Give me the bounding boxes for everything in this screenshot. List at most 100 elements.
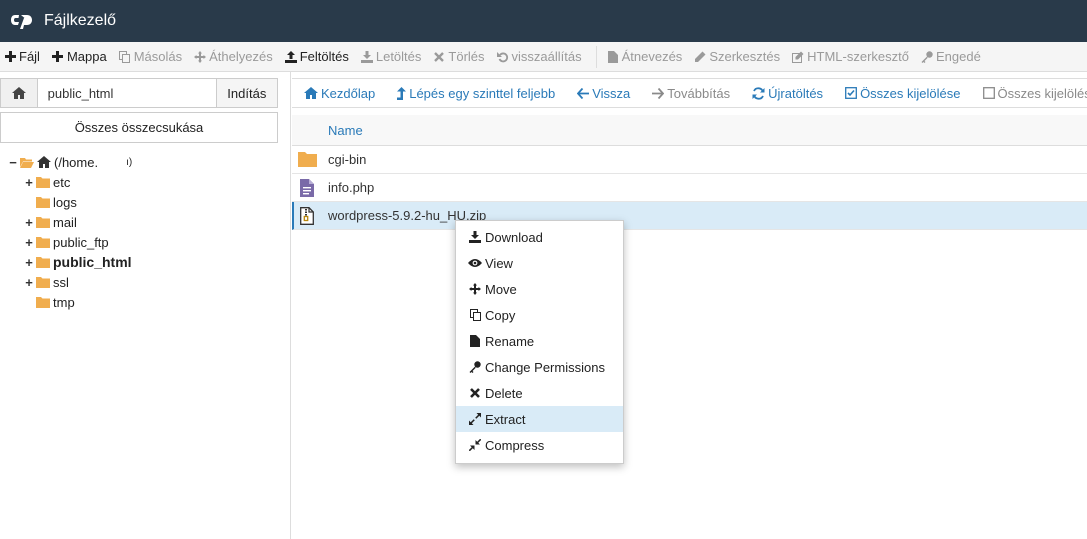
menu-item-change-permissions[interactable]: Change Permissions xyxy=(456,354,623,380)
copy-icon xyxy=(468,309,482,321)
tree-item-label: tmp xyxy=(53,294,75,310)
home-icon xyxy=(37,156,51,168)
move-button[interactable]: Áthelyezés xyxy=(190,42,281,71)
menu-item-label: Rename xyxy=(485,333,535,349)
menu-item-compress[interactable]: Compress xyxy=(456,432,623,458)
table-row[interactable]: info.php xyxy=(292,174,1087,202)
restore-button[interactable]: visszaállítás xyxy=(493,42,590,71)
tree-item-label: public_html xyxy=(53,254,132,270)
menu-item-label: Delete xyxy=(485,385,523,401)
main-toolbar: Fájl Mappa Másolás Áthelyezés Feltöltés … xyxy=(0,42,1087,72)
permissions-button[interactable]: Engedé xyxy=(917,42,989,71)
tree-toggle[interactable]: − xyxy=(8,155,18,170)
tree-item-public-html[interactable]: + public_html xyxy=(24,252,132,272)
tree-toggle[interactable]: + xyxy=(24,275,34,290)
home-nav-label: Kezdőlap xyxy=(321,85,376,101)
edit-button[interactable]: Szerkesztés xyxy=(690,42,788,71)
rename-label: Átnevezés xyxy=(621,49,683,64)
refresh-icon xyxy=(752,86,765,100)
plus-icon xyxy=(4,51,16,63)
table-row[interactable]: wordpress-5.9.2-hu_HU.zip xyxy=(292,202,1087,230)
new-file-button[interactable]: Fájl xyxy=(0,42,48,71)
file-icon xyxy=(468,335,482,347)
new-folder-button[interactable]: Mappa xyxy=(48,42,115,71)
undo-icon xyxy=(496,51,509,63)
menu-item-download[interactable]: Download xyxy=(456,224,623,250)
tree-item-label: etc xyxy=(53,174,71,190)
back-button[interactable]: Vissza xyxy=(565,86,640,101)
tree-item-logs[interactable]: logs xyxy=(24,192,77,212)
unselect-all-label: Összes kijelölés xyxy=(997,85,1087,101)
app-header: Fájlkezelő xyxy=(0,0,1087,42)
pencil-icon xyxy=(694,51,706,63)
select-all-label: Összes kijelölése xyxy=(860,85,961,101)
upload-button[interactable]: Feltöltés xyxy=(281,42,357,71)
folder-icon xyxy=(36,216,50,228)
menu-item-label: Compress xyxy=(485,437,545,453)
menu-item-view[interactable]: View xyxy=(456,250,623,276)
checkbox-empty-icon xyxy=(982,87,995,99)
home-button[interactable] xyxy=(1,79,38,107)
tree-toggle[interactable]: + xyxy=(24,255,34,270)
app-title: Fájlkezelő xyxy=(44,12,117,29)
expand-icon xyxy=(468,413,482,425)
tree-item-home[interactable]: − (/home. ı) xyxy=(8,152,132,172)
navigation-bar: Kezdőlap Lépés egy szinttel feljebb Viss… xyxy=(292,78,1087,108)
folder-icon xyxy=(36,236,50,248)
up-one-level-label: Lépés egy szinttel feljebb xyxy=(409,85,556,101)
file-name: cgi-bin xyxy=(328,152,367,167)
tree-item-ssl[interactable]: + ssl xyxy=(24,272,69,292)
upload-icon xyxy=(284,50,297,63)
file-icon xyxy=(607,50,619,63)
tree-item-public-ftp[interactable]: + public_ftp xyxy=(24,232,109,252)
delete-label: Törlés xyxy=(448,49,485,64)
menu-item-delete[interactable]: Delete xyxy=(456,380,623,406)
php-file-icon xyxy=(297,178,317,197)
unselect-all-button[interactable]: Összes kijelölés xyxy=(971,86,1087,101)
delete-button[interactable]: Törlés xyxy=(429,42,492,71)
forward-label: Továbbítás xyxy=(667,85,731,101)
path-input[interactable] xyxy=(37,79,216,107)
up-one-level-button[interactable]: Lépés egy szinttel feljebb xyxy=(385,86,565,101)
menu-item-extract[interactable]: Extract xyxy=(456,406,623,432)
tree-item-tmp[interactable]: tmp xyxy=(24,292,75,312)
menu-item-label: Copy xyxy=(485,307,516,323)
menu-item-move[interactable]: Move xyxy=(456,276,623,302)
reload-button[interactable]: Újratöltés xyxy=(740,86,833,101)
permissions-label: Engedé xyxy=(935,49,981,64)
download-button[interactable]: Letöltés xyxy=(357,42,430,71)
menu-item-label: Move xyxy=(485,281,517,297)
copy-label: Másolás xyxy=(133,49,183,64)
tree-toggle[interactable]: + xyxy=(24,175,34,190)
tree-item-mail[interactable]: + mail xyxy=(24,212,77,232)
reload-label: Újratöltés xyxy=(768,85,824,101)
go-button[interactable]: Indítás xyxy=(215,79,277,107)
table-row[interactable]: cgi-bin xyxy=(292,146,1087,174)
key-icon xyxy=(468,361,482,373)
name-column-header[interactable]: Name xyxy=(328,123,363,138)
tree-toggle[interactable]: + xyxy=(24,235,34,250)
select-all-button[interactable]: Összes kijelölése xyxy=(833,86,970,101)
tree-item-label: public_ftp xyxy=(53,234,109,250)
copy-button[interactable]: Másolás xyxy=(115,42,190,71)
folder-icon xyxy=(36,296,50,308)
collapse-all-button[interactable]: Összes összecsukása xyxy=(0,112,278,143)
html-editor-button[interactable]: HTML-szerkesztő xyxy=(788,42,917,71)
tree-item-etc[interactable]: + etc xyxy=(24,172,70,192)
close-icon xyxy=(433,51,445,63)
folder-open-icon xyxy=(20,157,34,168)
forward-button[interactable]: Továbbítás xyxy=(640,86,740,101)
eye-icon xyxy=(468,258,482,268)
menu-item-rename[interactable]: Rename xyxy=(456,328,623,354)
home-nav-button[interactable]: Kezdőlap xyxy=(292,86,385,101)
menu-item-copy[interactable]: Copy xyxy=(456,302,623,328)
toolbar-divider xyxy=(595,45,597,68)
tree-toggle[interactable]: + xyxy=(24,215,34,230)
zip-file-icon xyxy=(297,206,317,225)
menu-item-label: Change Permissions xyxy=(485,359,605,375)
rename-button[interactable]: Átnevezés xyxy=(603,42,691,71)
folder-tree-panel: Indítás Összes összecsukása − (/home. ı)… xyxy=(0,72,291,539)
download-icon xyxy=(468,231,482,243)
arrow-left-icon xyxy=(577,87,590,99)
edit-square-icon xyxy=(792,51,804,63)
